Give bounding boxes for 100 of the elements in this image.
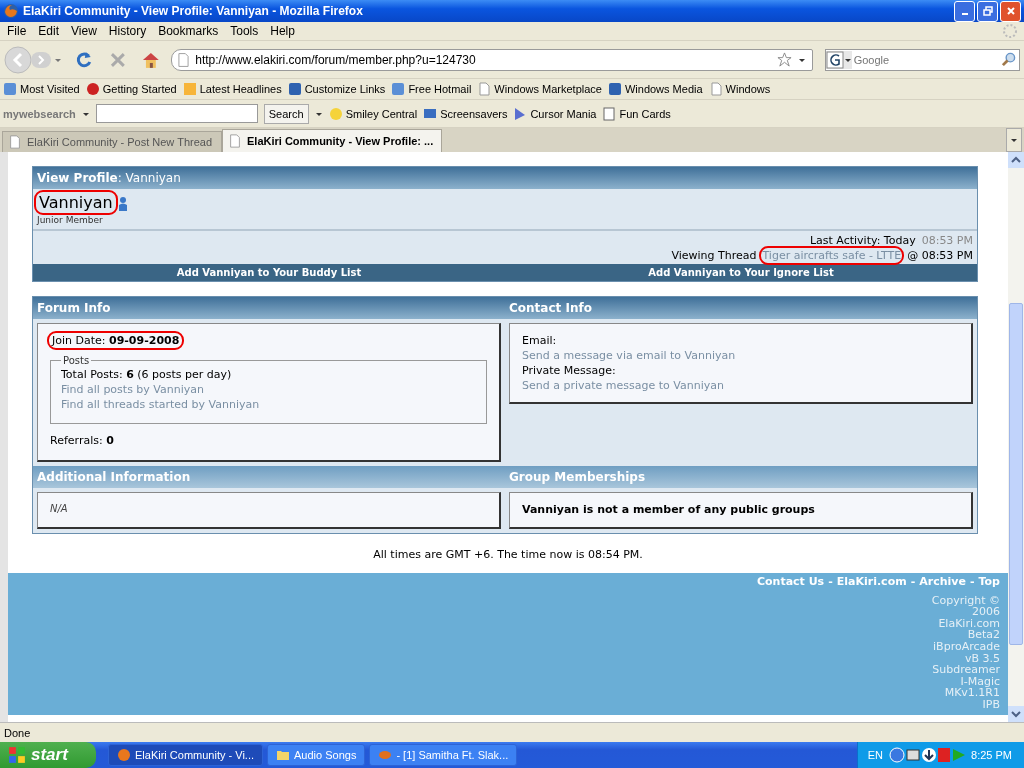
app-icon bbox=[276, 748, 290, 762]
taskbar-button[interactable]: - [1] Samitha Ft. Slak... bbox=[369, 744, 518, 766]
link-separator: - bbox=[828, 576, 833, 588]
toolbar-brand: mywebsearch bbox=[3, 107, 76, 120]
toolbar-link[interactable]: Smiley Central bbox=[328, 106, 418, 121]
clock: 8:25 PM bbox=[971, 749, 1012, 761]
link-separator: - bbox=[969, 576, 975, 588]
ignore-list-link[interactable]: Add Vanniyan to Your Ignore List bbox=[505, 267, 977, 278]
last-activity: Last Activity: Today bbox=[809, 234, 916, 247]
address-field[interactable]: http://www.elakiri.com/forum/member.php?u=124730 bbox=[171, 48, 813, 71]
toolbar-item-icon bbox=[328, 106, 343, 121]
bookmark-icon bbox=[287, 82, 302, 96]
bookmark-icon bbox=[182, 82, 197, 96]
bookmark-icon bbox=[607, 82, 622, 96]
menu-item[interactable]: File bbox=[2, 24, 34, 38]
bookmark-item[interactable]: Latest Headlines bbox=[182, 82, 282, 96]
viewing-label: Viewing Thread bbox=[671, 249, 757, 262]
bookmark-icon bbox=[85, 82, 100, 96]
status-text: Done bbox=[4, 726, 31, 739]
scroll-down-icon[interactable] bbox=[1008, 706, 1024, 722]
join-date: Join Date: 09-09-2008 bbox=[50, 334, 182, 347]
section-title: Forum Info bbox=[37, 301, 111, 315]
throbber-icon bbox=[1002, 23, 1018, 39]
browser-tab[interactable]: ElaKiri Community - Post New Thread bbox=[2, 131, 222, 152]
field-value: N/A bbox=[50, 503, 69, 514]
bookmark-icon bbox=[3, 82, 17, 96]
credit-line: I-Magic bbox=[960, 675, 1000, 688]
credit-line: MKv1.1R1 bbox=[944, 687, 1000, 699]
bookmark-item[interactable]: Getting Started bbox=[85, 82, 177, 96]
restore-button[interactable] bbox=[977, 0, 998, 22]
section-title: Contact Info bbox=[509, 301, 592, 315]
toolbar-item-icon bbox=[602, 106, 617, 121]
bookmark-icon bbox=[391, 82, 406, 96]
toolbar-link[interactable]: Screensavers bbox=[423, 106, 508, 121]
bookmark-item[interactable]: Most Visited bbox=[3, 82, 80, 96]
minimize-icon bbox=[961, 13, 968, 15]
group-message: Vanniyan is not a member of any public groups bbox=[522, 503, 816, 516]
close-icon bbox=[1005, 6, 1016, 16]
bookmark-item[interactable]: Windows bbox=[708, 82, 771, 96]
buddy-list-link[interactable]: Add Vanniyan to Your Buddy List bbox=[33, 267, 505, 278]
bookmark-item[interactable]: Customize Links bbox=[287, 82, 386, 96]
total-posts: Total Posts: 6 (6 posts per day) bbox=[61, 368, 233, 381]
viewing-time: @ 08:53 PM bbox=[907, 249, 973, 262]
close-button[interactable] bbox=[1000, 0, 1021, 22]
search-box[interactable]: Google bbox=[824, 48, 1020, 71]
toolbar-link[interactable]: Cursor Mania bbox=[513, 106, 597, 121]
menu-item[interactable]: History bbox=[103, 24, 154, 38]
tab-list-button[interactable] bbox=[1006, 128, 1022, 152]
toolbar-item-icon bbox=[423, 106, 438, 121]
app-icon bbox=[378, 748, 393, 762]
group-legend: Posts bbox=[61, 355, 92, 366]
field-label: Email: bbox=[522, 334, 558, 347]
field-label: Private Message: bbox=[522, 364, 617, 377]
activity-time: 08:53 PM bbox=[921, 234, 973, 247]
member-rank: Junior Member bbox=[37, 215, 104, 225]
bookmark-icon bbox=[477, 82, 492, 96]
search-button[interactable]: Search bbox=[263, 103, 309, 124]
bookmark-item[interactable]: Windows Marketplace bbox=[477, 82, 602, 96]
star-icon[interactable] bbox=[776, 52, 792, 67]
windows-flag-icon bbox=[8, 746, 26, 764]
menu-item[interactable]: Bookmarks bbox=[153, 24, 226, 38]
search-engine-icon[interactable] bbox=[825, 50, 852, 69]
search-input[interactable] bbox=[95, 104, 258, 123]
credit-line: Copyright © bbox=[931, 594, 1000, 607]
credit-line: Beta2 bbox=[967, 629, 1000, 641]
taskbar-button[interactable]: Audio Songs bbox=[267, 744, 366, 766]
credit-line: iBproArcade bbox=[933, 640, 1000, 653]
app-icon bbox=[117, 748, 131, 762]
credit-line: vB 3.5 bbox=[964, 652, 1000, 665]
credit-line: IPB bbox=[982, 698, 1000, 711]
profile-heading: View Profile: Vanniyan bbox=[37, 171, 181, 185]
link-separator: - bbox=[910, 576, 916, 588]
window-title: ElaKiri Community - View Profile: Vanniyan - Mozilla Firefox bbox=[23, 4, 364, 18]
time-note: All times are GMT +6. The time now is 08:54 PM. bbox=[372, 548, 644, 561]
browser-tab[interactable]: ElaKiri Community - View Profile: ... bbox=[222, 129, 442, 152]
bookmark-item[interactable]: Free Hotmail bbox=[391, 82, 472, 96]
menu-item[interactable]: Tools bbox=[225, 24, 266, 38]
menu-item[interactable]: Edit bbox=[33, 24, 67, 38]
menu-item[interactable]: View bbox=[66, 24, 104, 38]
minimize-button[interactable] bbox=[954, 0, 975, 22]
page-icon bbox=[8, 135, 22, 149]
credit-line: 2006 bbox=[972, 606, 1000, 618]
search-icon[interactable] bbox=[1001, 52, 1016, 67]
credit-line: Subdreamer bbox=[932, 664, 1000, 676]
page-icon bbox=[178, 51, 190, 68]
tray-icons[interactable] bbox=[889, 747, 966, 763]
restore-icon bbox=[982, 6, 993, 16]
firefox-icon bbox=[3, 3, 19, 19]
toolbar-link[interactable]: Fun Cards bbox=[602, 106, 671, 121]
menu-item[interactable]: Help bbox=[265, 24, 302, 38]
reload-icon[interactable] bbox=[74, 49, 94, 70]
page-icon bbox=[228, 134, 242, 148]
bookmark-item[interactable]: Windows Media bbox=[607, 82, 703, 96]
user-icon bbox=[117, 196, 128, 212]
credit-line: ElaKiri.com bbox=[938, 617, 1000, 630]
section-title: Group Memberships bbox=[509, 470, 646, 484]
taskbar-button[interactable]: ElaKiri Community - Vi... bbox=[108, 744, 263, 766]
referrals: Referrals: 0 bbox=[50, 434, 115, 447]
username: Vanniyan bbox=[37, 193, 115, 212]
scroll-up-icon[interactable] bbox=[1008, 152, 1024, 168]
